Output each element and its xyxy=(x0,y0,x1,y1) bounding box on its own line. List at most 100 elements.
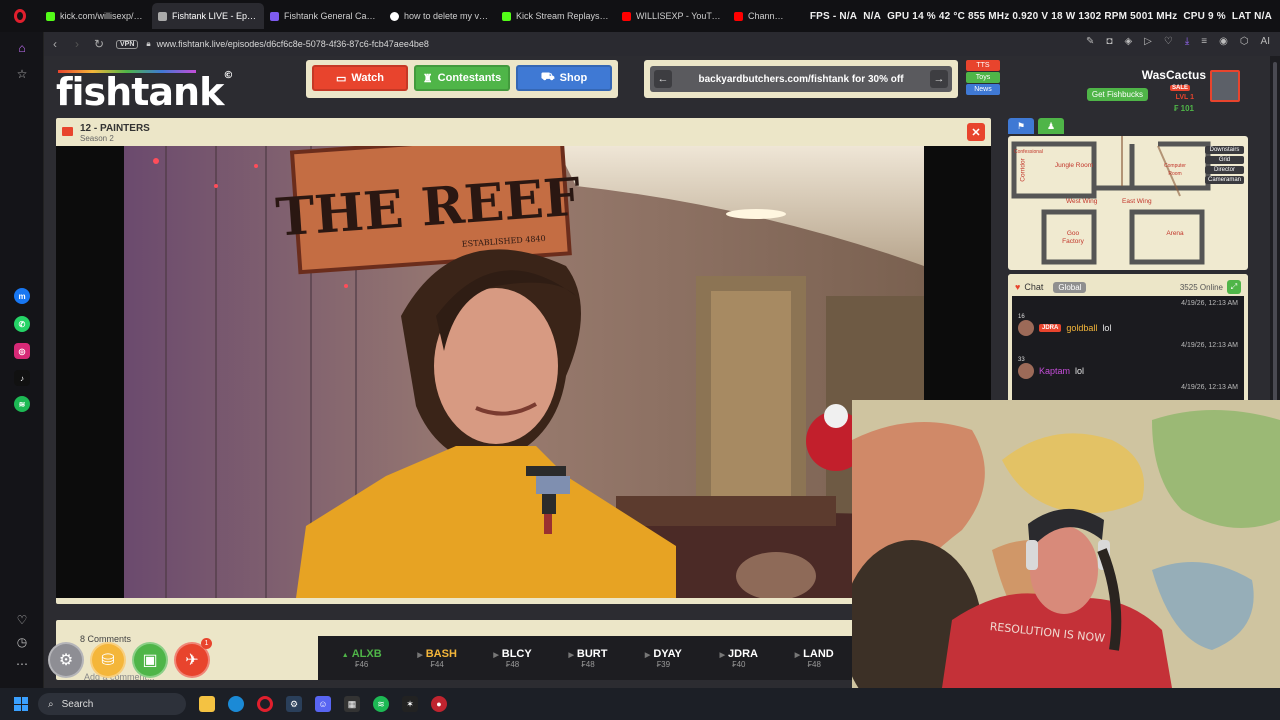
menu-icon[interactable]: ≡ xyxy=(1201,36,1207,47)
history-clock-icon[interactable]: ◷ xyxy=(14,634,30,650)
news-tab[interactable]: News xyxy=(966,84,1000,95)
close-video-button[interactable]: ✕ xyxy=(967,123,985,141)
shield-icon[interactable]: ◈ xyxy=(1124,36,1132,47)
tts-tab[interactable]: TTS xyxy=(966,60,1000,71)
contestant-jdra[interactable]: ▶ JDRA ₣40 xyxy=(701,636,776,680)
treasure-icon[interactable]: ⛁ xyxy=(90,642,126,678)
chat-username[interactable]: goldball xyxy=(1066,323,1097,333)
settings-gear-icon[interactable]: ⚙ xyxy=(48,642,84,678)
camera-season: Season 2 xyxy=(80,134,114,143)
avatar[interactable] xyxy=(1018,363,1034,379)
room-arena[interactable]: Arena xyxy=(1158,230,1192,238)
avatar[interactable] xyxy=(1210,70,1240,102)
messenger-icon[interactable]: m xyxy=(14,288,30,304)
room-east-wing[interactable]: East Wing xyxy=(1122,198,1152,206)
whatsapp-icon[interactable]: ✆ xyxy=(14,316,30,332)
map-flag-icon[interactable]: ⚑ xyxy=(1008,118,1034,134)
file-explorer-icon[interactable] xyxy=(199,696,215,712)
forward-icon[interactable]: › xyxy=(66,37,88,51)
avatar[interactable] xyxy=(1018,320,1034,336)
obs-icon[interactable]: ▦ xyxy=(344,696,360,712)
people-icon: ♜ xyxy=(422,72,433,85)
epic-icon[interactable]: ✶ xyxy=(402,696,418,712)
room-jungle[interactable]: Jungle Room xyxy=(1054,162,1094,170)
contestant-land[interactable]: ▶ LAND ₣48 xyxy=(777,636,852,680)
contestant-bash[interactable]: ▶ BASH ₣44 xyxy=(399,636,474,680)
spotify-icon[interactable]: ≋ xyxy=(14,396,30,412)
record-icon[interactable]: ● xyxy=(431,696,447,712)
address-bar-tools: ✎ ◘ ◈ ▷ ♡ ⤓ ≡ ◉ ⬡ AI xyxy=(1086,36,1270,47)
chat-timestamp: 4/19/26, 12:13 AM xyxy=(1181,384,1238,391)
browser-tab[interactable]: how to delete my vods on xyxy=(384,3,496,29)
tiktok-icon[interactable]: ♪ xyxy=(14,370,30,386)
steam-icon[interactable]: ⚙ xyxy=(286,696,302,712)
contestant-burt[interactable]: ▶ BURT ₣48 xyxy=(550,636,625,680)
instagram-icon[interactable]: ◎ xyxy=(14,343,30,359)
reload-icon[interactable]: ↻ xyxy=(88,37,110,51)
aria-ai-icon[interactable]: AI xyxy=(1261,36,1270,47)
extension-icon[interactable]: ⬡ xyxy=(1240,36,1249,47)
chat-username[interactable]: Kaptam xyxy=(1039,366,1070,376)
map-legend-downstairs[interactable]: Downstairs xyxy=(1204,146,1244,154)
item-box-icon[interactable]: ▣ xyxy=(132,642,168,678)
contestant-dyay[interactable]: ▶ DYAY ₣39 xyxy=(626,636,701,680)
heart-icon[interactable]: ♡ xyxy=(1164,36,1173,47)
camera-icon[interactable]: ◘ xyxy=(1106,36,1112,47)
notification-badge: 1 xyxy=(201,638,212,649)
live-video[interactable]: THE REEF ESTABLISHED 4840 xyxy=(56,146,991,598)
map-legend-cameraman[interactable]: Cameraman xyxy=(1204,176,1244,184)
spotify-icon[interactable]: ≋ xyxy=(373,696,389,712)
browser-tab[interactable]: Fishtank General Casting xyxy=(264,3,384,29)
username[interactable]: WasCactus xyxy=(1142,68,1206,82)
contestant-name: ▶ BASH xyxy=(417,648,457,660)
fishtank-logo[interactable]: fishtank© xyxy=(56,70,233,114)
room-confessional[interactable]: Confessional xyxy=(1014,148,1043,156)
rocket-icon[interactable]: ✈ 1 xyxy=(174,638,212,678)
home-icon[interactable]: ⌂ xyxy=(14,40,30,56)
arrow-right-icon[interactable]: → xyxy=(930,70,948,88)
contestants-button[interactable]: ♜ Contestants xyxy=(414,65,510,91)
back-icon[interactable]: ‹ xyxy=(44,37,66,51)
heart-icon[interactable]: ♡ xyxy=(14,612,30,628)
room-west-wing[interactable]: West Wing xyxy=(1066,198,1097,206)
browser-tab-active[interactable]: Fishtank LIVE - Episod xyxy=(152,3,264,29)
browser-tab[interactable]: WILLISEXP - YouTube xyxy=(616,3,728,29)
taskbar-search[interactable]: ⌕ Search xyxy=(38,693,186,715)
ad-banner-text[interactable]: backyardbutchers.com/fishtank for 30% of… xyxy=(698,74,903,85)
bookmark-star-icon[interactable]: ☆ xyxy=(14,66,30,82)
house-map[interactable]: Confessional Corridor Jungle Room Comput… xyxy=(1008,136,1248,270)
edit-icon[interactable]: ✎ xyxy=(1086,36,1094,47)
browser-tab[interactable]: kick.com/willisexp/videos xyxy=(40,3,152,29)
opera-icon[interactable] xyxy=(257,696,273,712)
profile-icon[interactable]: ◉ xyxy=(1219,36,1228,47)
chat-message[interactable]: 33 Kaptam lol xyxy=(1018,357,1084,379)
get-fishbucks-button[interactable]: Get Fishbucks xyxy=(1086,88,1148,101)
browser-tab[interactable]: Kick Stream Replays / VO xyxy=(496,3,616,29)
room-computer[interactable]: Computer Room xyxy=(1158,162,1192,178)
url-field[interactable]: www.fishtank.live/episodes/d6cf6c8e-5078… xyxy=(157,39,429,49)
map-person-icon[interactable]: ♟ xyxy=(1038,118,1064,134)
vpn-badge[interactable]: VPN xyxy=(116,39,139,49)
chat-message[interactable]: 16 JDRA goldball lol xyxy=(1018,314,1111,336)
download-icon[interactable]: ⤓ xyxy=(1185,36,1189,47)
chat-scope-toggle[interactable]: Global xyxy=(1053,281,1087,293)
room-goo-factory[interactable]: Goo Factory xyxy=(1056,230,1090,246)
contestant-blcy[interactable]: ▶ BLCY ₣48 xyxy=(475,636,550,680)
discord-icon[interactable]: ☺ xyxy=(315,696,331,712)
windows-start-icon[interactable] xyxy=(14,697,28,711)
arrow-left-icon[interactable]: ← xyxy=(654,70,672,88)
edge-icon[interactable] xyxy=(228,696,244,712)
shop-button[interactable]: ⛟ Shop xyxy=(516,65,612,91)
watch-button[interactable]: ▭ Watch xyxy=(312,65,408,91)
chat-badge: JDRA xyxy=(1039,324,1062,332)
map-legend-director[interactable]: Director xyxy=(1204,166,1244,174)
play-icon[interactable]: ▷ xyxy=(1144,36,1152,47)
toys-tab[interactable]: Toys xyxy=(966,72,1000,83)
room-corridor[interactable]: Corridor xyxy=(1020,158,1028,181)
more-icon[interactable]: ⋯ xyxy=(14,656,30,672)
browser-tab[interactable]: Channel content xyxy=(728,3,792,29)
popout-icon[interactable]: ⤢ xyxy=(1227,280,1241,294)
opera-menu-button[interactable] xyxy=(0,0,40,32)
map-legend-grid[interactable]: Grid xyxy=(1204,156,1244,164)
contestant-alxb[interactable]: ▲ ALXB ₣46 xyxy=(324,636,399,680)
